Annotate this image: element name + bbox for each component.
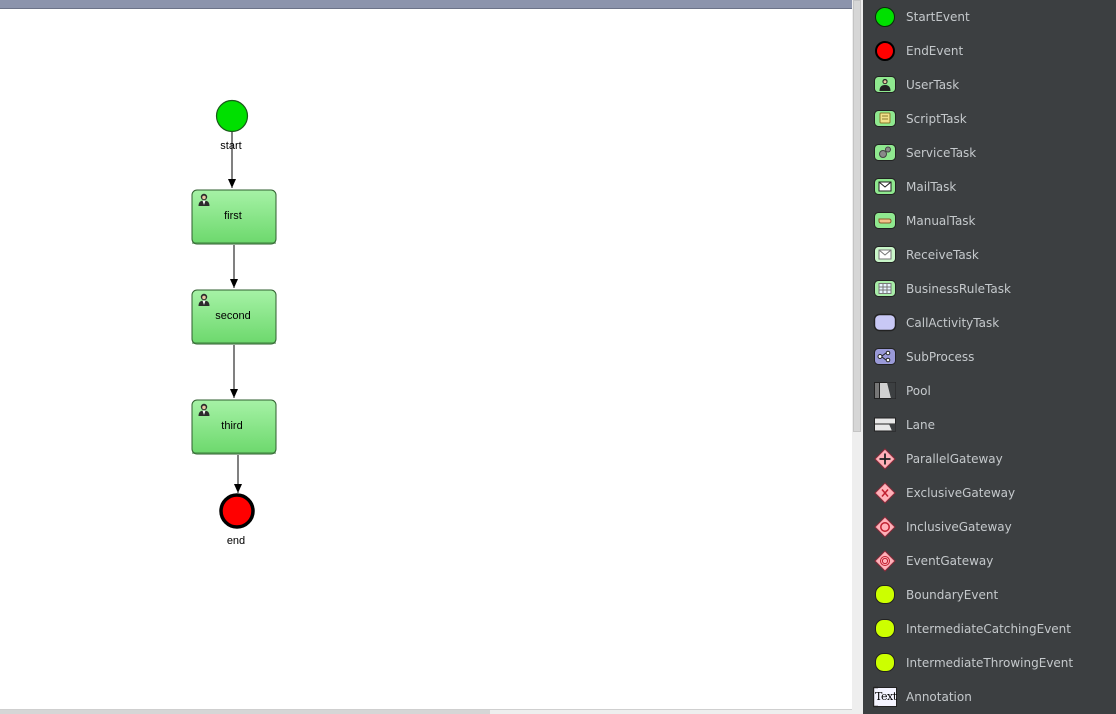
palette-item-exclusive-gateway[interactable]: ExclusiveGateway bbox=[863, 478, 1116, 508]
palette-item-label: ReceiveTask bbox=[906, 248, 979, 262]
palette-item-label: ParallelGateway bbox=[906, 452, 1003, 466]
intermediate-throwing-event-icon bbox=[873, 652, 897, 674]
palette-item-label: InclusiveGateway bbox=[906, 520, 1012, 534]
palette-item-boundary-event[interactable]: BoundaryEvent bbox=[863, 580, 1116, 610]
end-event[interactable] bbox=[219, 493, 255, 529]
palette-item-label: IntermediateCatchingEvent bbox=[906, 622, 1071, 636]
palette-item-label: ManualTask bbox=[906, 214, 976, 228]
palette-item-label: IntermediateThrowingEvent bbox=[906, 656, 1074, 670]
palette-item-receive-task[interactable]: ReceiveTask bbox=[863, 240, 1116, 270]
palette-item-label: ScriptTask bbox=[906, 112, 967, 126]
horizontal-scrollbar-thumb[interactable] bbox=[0, 710, 490, 714]
subprocess-icon bbox=[873, 346, 897, 368]
receive-task-icon bbox=[873, 244, 897, 266]
exclusive-gateway-icon bbox=[873, 482, 897, 504]
parallel-gateway-icon bbox=[873, 448, 897, 470]
manual-task-icon bbox=[873, 210, 897, 232]
palette-item-label: UserTask bbox=[906, 78, 960, 92]
diagram-canvas[interactable]: start first second third end bbox=[0, 0, 852, 714]
horizontal-scrollbar[interactable] bbox=[0, 709, 852, 714]
vertical-scrollbar[interactable] bbox=[852, 0, 863, 714]
process-diagram: start first second third end bbox=[191, 99, 277, 547]
script-task-icon bbox=[873, 108, 897, 130]
palette-item-pool[interactable]: Pool bbox=[863, 376, 1116, 406]
palette-item-business-rule-task[interactable]: BusinessRuleTask bbox=[863, 274, 1116, 304]
start-event-icon bbox=[873, 6, 897, 28]
palette-item-label: BusinessRuleTask bbox=[906, 282, 1011, 296]
call-activity-task-icon bbox=[873, 312, 897, 334]
palette-item-start-event[interactable]: StartEvent bbox=[863, 2, 1116, 32]
vertical-scrollbar-thumb[interactable] bbox=[853, 0, 861, 432]
palette-item-label: Lane bbox=[906, 418, 936, 432]
inclusive-gateway-icon bbox=[873, 516, 897, 538]
palette-item-annotation[interactable]: Text Annotation bbox=[863, 682, 1116, 712]
palette-item-lane[interactable]: Lane bbox=[863, 410, 1116, 440]
pool-icon bbox=[873, 380, 897, 402]
boundary-event-icon bbox=[873, 584, 897, 606]
palette-item-manual-task[interactable]: ManualTask bbox=[863, 206, 1116, 236]
palette-item-label: BoundaryEvent bbox=[906, 588, 999, 602]
palette-item-mail-task[interactable]: MailTask bbox=[863, 172, 1116, 202]
start-event[interactable] bbox=[215, 99, 249, 133]
palette-item-label: SubProcess bbox=[906, 350, 975, 364]
user-task-first[interactable]: first bbox=[191, 189, 277, 245]
palette-item-sub-process[interactable]: SubProcess bbox=[863, 342, 1116, 372]
palette-item-service-task[interactable]: ServiceTask bbox=[863, 138, 1116, 168]
palette-item-label: Pool bbox=[906, 384, 931, 398]
palette-item-label: MailTask bbox=[906, 180, 957, 194]
element-palette: StartEvent EndEvent UserTask ScriptTask Serv… bbox=[863, 0, 1116, 714]
user-task-icon bbox=[873, 74, 897, 96]
intermediate-catching-event-icon bbox=[873, 618, 897, 640]
palette-item-label: ServiceTask bbox=[906, 146, 977, 160]
palette-item-event-gateway[interactable]: EventGateway bbox=[863, 546, 1116, 576]
palette-item-intermediate-catching-event[interactable]: IntermediateCatchingEvent bbox=[863, 614, 1116, 644]
business-rule-task-icon bbox=[873, 278, 897, 300]
task-label: third bbox=[221, 420, 242, 432]
lane-icon bbox=[873, 414, 897, 436]
user-task-third[interactable]: third bbox=[191, 399, 277, 455]
annotation-icon-text: Text bbox=[875, 690, 897, 703]
palette-item-intermediate-throwing-event[interactable]: IntermediateThrowingEvent bbox=[863, 648, 1116, 678]
palette-item-script-task[interactable]: ScriptTask bbox=[863, 104, 1116, 134]
event-gateway-icon bbox=[873, 550, 897, 572]
task-label: second bbox=[215, 310, 250, 322]
palette-item-label: StartEvent bbox=[906, 10, 970, 24]
service-task-icon bbox=[873, 142, 897, 164]
palette-item-label: EventGateway bbox=[906, 554, 994, 568]
palette-item-label: EndEvent bbox=[906, 44, 964, 58]
annotation-icon: Text bbox=[872, 686, 897, 708]
palette-item-user-task[interactable]: UserTask bbox=[863, 70, 1116, 100]
palette-item-parallel-gateway[interactable]: ParallelGateway bbox=[863, 444, 1116, 474]
palette-item-label: Annotation bbox=[906, 690, 972, 704]
task-label: first bbox=[224, 210, 242, 222]
start-event-label: start bbox=[220, 140, 241, 152]
palette-item-end-event[interactable]: EndEvent bbox=[863, 36, 1116, 66]
palette-item-label: ExclusiveGateway bbox=[906, 486, 1016, 500]
palette-item-inclusive-gateway[interactable]: InclusiveGateway bbox=[863, 512, 1116, 542]
end-event-label: end bbox=[227, 535, 245, 547]
palette-item-call-activity-task[interactable]: CallActivityTask bbox=[863, 308, 1116, 338]
mail-task-icon bbox=[873, 176, 897, 198]
user-task-second[interactable]: second bbox=[191, 289, 277, 345]
palette-item-label: CallActivityTask bbox=[906, 316, 1000, 330]
end-event-icon bbox=[873, 40, 897, 62]
